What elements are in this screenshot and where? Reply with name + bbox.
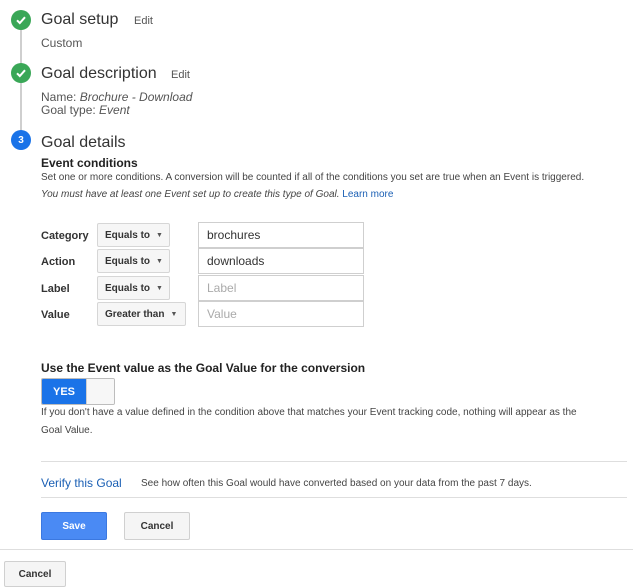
goal-value-note-line2: Goal Value. xyxy=(41,425,93,436)
label-value-input[interactable] xyxy=(198,275,364,301)
learn-more-link[interactable]: Learn more xyxy=(342,189,393,200)
category-value-input[interactable] xyxy=(198,222,364,248)
category-operator-dropdown[interactable]: Equals to ▼ xyxy=(97,223,170,247)
label-operator-dropdown[interactable]: Equals to ▼ xyxy=(97,276,170,300)
caret-down-icon: ▼ xyxy=(170,310,178,318)
event-conditions-heading: Event conditions xyxy=(41,156,138,170)
toggle-knob xyxy=(86,379,114,404)
event-conditions-description: Set one or more conditions. A conversion… xyxy=(41,172,585,183)
toggle-on-label: YES xyxy=(42,379,86,404)
goal-type-line: Goal type: Event xyxy=(41,104,130,117)
use-event-value-heading: Use the Event value as the Goal Value fo… xyxy=(41,361,366,375)
value-operator-dropdown[interactable]: Greater than ▼ xyxy=(97,302,186,326)
divider xyxy=(0,549,633,550)
step-title-goal-setup: Goal setup xyxy=(41,11,119,28)
cancel-button[interactable]: Cancel xyxy=(124,512,190,540)
verify-goal-link[interactable]: Verify this Goal xyxy=(41,476,122,490)
goal-name-value: Brochure - Download xyxy=(79,90,193,104)
outer-cancel-button[interactable]: Cancel xyxy=(4,561,66,587)
event-requirement-note: You must have at least one Event set up … xyxy=(41,189,393,200)
step-number-badge: 3 xyxy=(11,130,31,150)
dropdown-value: Equals to xyxy=(105,255,151,267)
divider xyxy=(41,497,627,498)
dropdown-value: Equals to xyxy=(105,229,151,241)
save-button[interactable]: Save xyxy=(41,512,107,540)
step-title-goal-description: Goal description xyxy=(41,65,157,82)
checkmark-icon xyxy=(16,69,26,78)
divider xyxy=(41,461,627,462)
step-complete-icon xyxy=(11,10,31,30)
dropdown-value: Equals to xyxy=(105,282,151,294)
action-operator-dropdown[interactable]: Equals to ▼ xyxy=(97,249,170,273)
step-title-goal-details: Goal details xyxy=(41,134,126,151)
goal-value-note-line1: If you don't have a value defined in the… xyxy=(41,407,577,418)
edit-goal-setup-link[interactable]: Edit xyxy=(134,15,153,27)
dropdown-value: Greater than xyxy=(105,308,165,320)
condition-label-label: Label xyxy=(41,283,70,295)
goal-setup-value: Custom xyxy=(41,36,83,50)
use-event-value-toggle[interactable]: YES xyxy=(41,378,115,405)
condition-label-action: Action xyxy=(41,256,76,268)
edit-goal-description-link[interactable]: Edit xyxy=(171,69,190,81)
event-requirement-text: You must have at least one Event set up … xyxy=(41,189,340,200)
action-value-input[interactable] xyxy=(198,248,364,274)
step-complete-icon xyxy=(11,63,31,83)
value-value-input[interactable] xyxy=(198,301,364,327)
caret-down-icon: ▼ xyxy=(156,284,163,292)
step-rail xyxy=(20,28,22,68)
caret-down-icon: ▼ xyxy=(156,257,163,265)
verify-goal-description: See how often this Goal would have conve… xyxy=(141,478,532,489)
checkmark-icon xyxy=(16,16,26,25)
condition-label-category: Category xyxy=(41,230,89,242)
goal-type-label: Goal type: xyxy=(41,103,96,117)
caret-down-icon: ▼ xyxy=(156,231,163,239)
condition-label-value: Value xyxy=(41,309,70,321)
step-rail xyxy=(20,82,22,132)
goal-name-label: Name: xyxy=(41,90,77,104)
goal-type-value: Event xyxy=(99,103,130,117)
